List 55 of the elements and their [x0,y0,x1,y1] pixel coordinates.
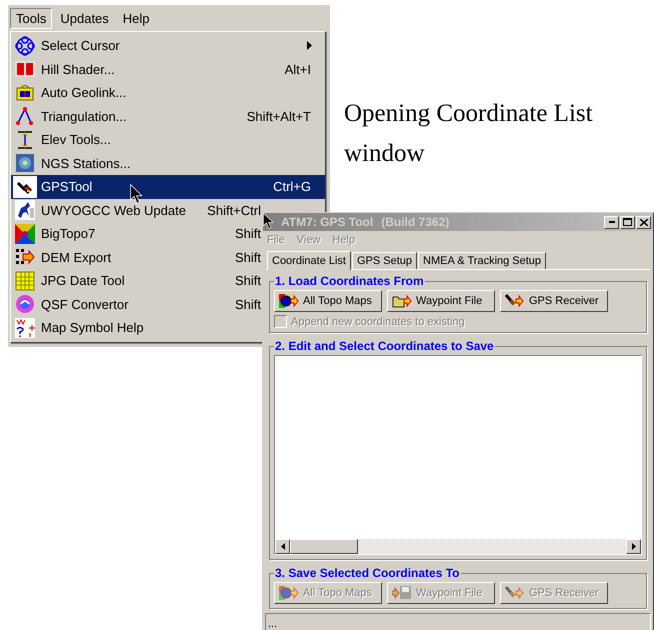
close-icon [640,218,648,226]
source-button[interactable]: All Topo Maps [274,290,382,312]
caption-text: Opening Coordinate List window [344,99,594,169]
calendar-grid-icon [15,270,35,291]
mouse-pointer-icon [263,213,274,229]
mouse-pointer-icon [130,184,143,204]
menu-bar-item[interactable]: Updates [54,8,115,28]
scroll-right-button[interactable] [626,539,641,554]
menu-bar-item[interactable]: Help [116,8,156,28]
menu-item[interactable]: BigTopo7 Shift [11,222,263,246]
elevation-icon [15,130,35,150]
menu-item[interactable]: Hill Shader... Alt+I [11,58,325,81]
crosshair-circle-icon [15,36,35,56]
tab[interactable]: Coordinate List [267,251,351,270]
help-symbols-icon [15,318,35,338]
menu-item[interactable]: Map Symbol Help [11,316,263,340]
menu-item[interactable]: Triangulation... Shift+Alt+T [11,104,325,128]
scroll-thumb[interactable] [290,539,358,554]
menu-item[interactable]: JPG Date Tool Shift [11,269,263,292]
maximize-button[interactable] [620,216,635,228]
ball-arrow-icon [279,291,299,311]
menu-bar-item[interactable]: Tools [10,8,52,28]
menu-item[interactable]: UWYOGCC Web Update Shift+Ctrl [11,198,263,222]
source-button[interactable]: Waypoint File [387,290,495,312]
build-label: (Build 7362) [381,215,450,229]
minimize-button[interactable] [604,216,619,228]
ball-arrow-icon [279,583,299,603]
window-title: ATM7: GPS Tool [281,215,374,229]
menu-item[interactable]: DEM Export Shift [11,246,263,269]
maximize-icon [623,218,632,226]
left-arrow-icon [280,543,284,550]
menu-item[interactable]: Auto Geolink... [11,81,325,104]
swirl-icon [15,294,35,314]
group-title: 3. Save Selected Coordinates To [274,566,461,580]
minimize-icon [608,221,614,223]
checkbox-label: Append new coordinates to existing [291,316,465,328]
horizontal-scrollbar[interactable] [275,539,641,554]
close-button[interactable] [636,216,651,228]
toolbox-icon [15,82,35,103]
3d-icon [15,59,35,80]
menu-item[interactable]: NGS Stations... [11,152,325,175]
menu-item[interactable]: GPSTool Ctrl+G [11,175,325,198]
tab[interactable]: NMEA & Tracking Setup [418,252,546,269]
source-button[interactable]: GPS Receiver [500,290,608,312]
menu-item[interactable]: Select Cursor [11,34,325,58]
menu-item[interactable]: Elev Tools... [11,128,325,152]
group-title: 1. Load Coordinates From [274,274,425,288]
group-title: 2. Edit and Select Coordinates to Save [274,339,495,353]
status-text: ... [268,618,278,630]
scroll-left-button[interactable] [275,539,290,554]
triangle-points-icon [15,106,35,126]
menu-item[interactable]: QSF Convertor Shift [11,292,263,316]
tab[interactable]: GPS Setup [352,252,418,269]
right-arrow-icon [632,543,636,550]
colorful-map-icon [15,224,35,244]
